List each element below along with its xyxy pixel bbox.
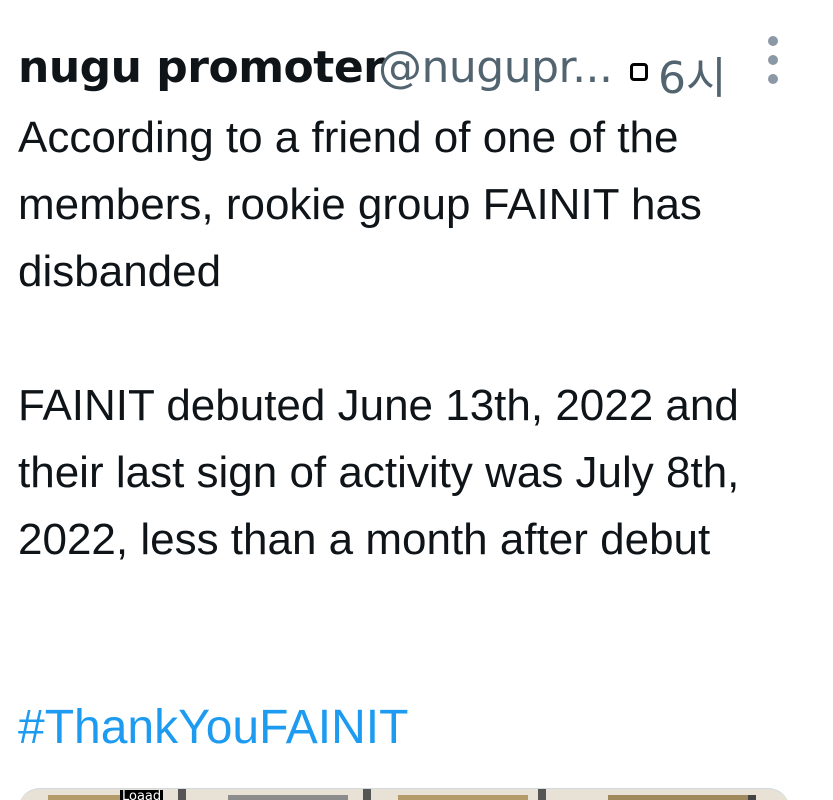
more-options-button[interactable] [758, 36, 788, 84]
tweet-paragraph: FAINIT debuted June 13th, 2022 and their… [18, 381, 740, 564]
badge-icon [630, 62, 652, 84]
tweet-media[interactable]: Loaad [18, 788, 790, 800]
timestamp[interactable]: 6시 [658, 42, 726, 106]
more-vertical-icon [768, 36, 778, 46]
user-handle[interactable]: @nugupr... [378, 42, 613, 93]
tweet-header: nugu promoter @nugupr... 6시 [18, 34, 798, 104]
tweet-text: According to a friend of one of the memb… [18, 104, 818, 573]
display-name[interactable]: nugu promoter [18, 42, 385, 93]
hashtag-link[interactable]: #ThankYouFAINIT [18, 700, 408, 755]
media-loading-label: Loaad [120, 790, 164, 800]
tweet-paragraph: According to a friend of one of the memb… [18, 113, 702, 296]
